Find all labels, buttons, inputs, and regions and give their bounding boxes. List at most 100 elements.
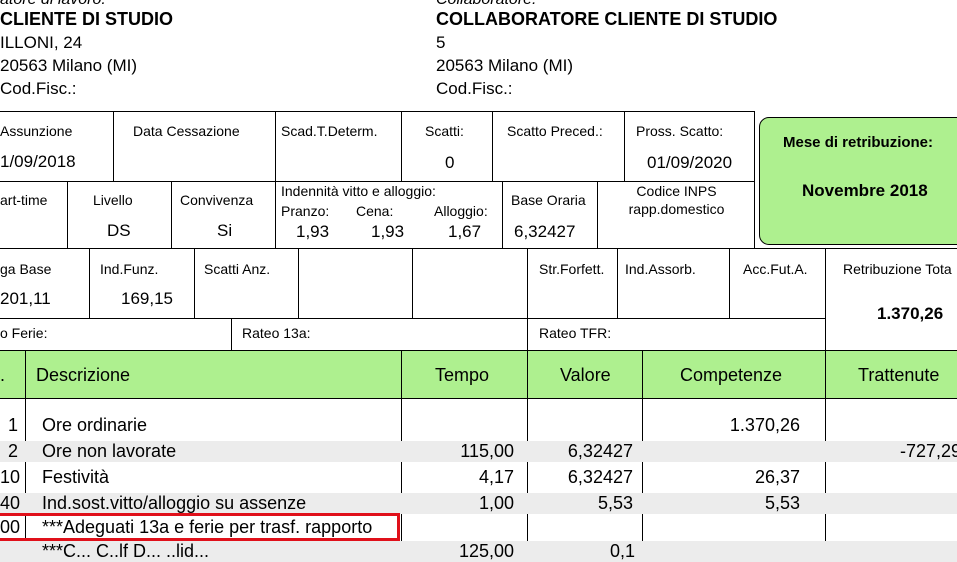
row-code: 40 bbox=[0, 493, 21, 513]
grid-line bbox=[412, 248, 413, 318]
cena-label: Cena: bbox=[356, 203, 394, 219]
grid-line bbox=[194, 248, 195, 318]
paga-base-value: 201,11 bbox=[0, 289, 51, 308]
indennita-label: Indennità vitto e alloggio: bbox=[281, 183, 436, 199]
scatti-label: Scatti: bbox=[425, 123, 464, 139]
grid-line bbox=[754, 111, 755, 249]
header-valore: Valore bbox=[560, 365, 611, 385]
grid-line bbox=[825, 248, 826, 350]
grid-line bbox=[298, 248, 299, 318]
acc-fut-label: Acc.Fut.A. bbox=[743, 261, 808, 277]
employer-address: ILLONI, 24 bbox=[0, 33, 83, 52]
row-code: 10 bbox=[0, 467, 21, 487]
indfunz-label: Ind.Funz. bbox=[100, 261, 159, 277]
pranzo-label: Pranzo: bbox=[281, 203, 330, 219]
pross-scatto-value: 01/09/2020 bbox=[647, 153, 733, 172]
pranzo-value: 1,93 bbox=[296, 222, 330, 241]
assunzione-value: 1/09/2018 bbox=[0, 152, 76, 171]
base-oraria-value: 6,32427 bbox=[514, 222, 576, 241]
collaborator-codfisc: Cod.Fisc.: bbox=[436, 79, 513, 98]
scatti-value: 0 bbox=[445, 153, 455, 172]
header-code: . bbox=[0, 365, 6, 385]
livello-label: Livello bbox=[93, 192, 133, 208]
collaborator-city: 20563 Milano (MI) bbox=[436, 56, 574, 75]
employer-header-label: atore di lavoro: bbox=[0, 0, 106, 9]
grid-line bbox=[0, 181, 755, 182]
retribuzione-totale-label: Retribuzione Tota bbox=[843, 261, 952, 277]
retribuzione-totale-value: 1.370,26 bbox=[877, 304, 944, 323]
base-oraria-label: Base Oraria bbox=[511, 192, 586, 208]
grid-line bbox=[0, 318, 825, 319]
assunzione-label: Assunzione bbox=[0, 123, 73, 139]
grid-line bbox=[0, 398, 957, 399]
collaborator-address: 5 bbox=[436, 33, 446, 52]
rateo13-label: Rateo 13a: bbox=[242, 325, 311, 341]
grid-line bbox=[0, 248, 957, 249]
row-tempo: 1,00 bbox=[478, 493, 514, 513]
row-tempo: 4,17 bbox=[478, 467, 514, 487]
grid-line bbox=[502, 181, 503, 249]
row-competenze: 26,37 bbox=[754, 467, 800, 487]
header-descrizione: Descrizione bbox=[36, 365, 131, 385]
pross-scatto-label: Pross. Scatto: bbox=[636, 123, 724, 139]
ind-assorb-label: Ind.Assorb. bbox=[625, 261, 696, 277]
livello-value: DS bbox=[107, 221, 131, 240]
highlight-box bbox=[0, 513, 400, 541]
scatti-anz-label: Scatti Anz. bbox=[204, 261, 271, 277]
alloggio-value: 1,67 bbox=[448, 222, 482, 241]
grid-line bbox=[617, 248, 618, 318]
alloggio-label: Alloggio: bbox=[434, 203, 488, 219]
employer-name: CLIENTE DI STUDIO bbox=[0, 9, 174, 29]
grid-line bbox=[624, 111, 625, 181]
inps-label-2: rapp.domestico bbox=[628, 201, 725, 217]
grid-line bbox=[275, 111, 276, 249]
grid-line bbox=[171, 181, 172, 249]
header-competenze: Competenze bbox=[680, 365, 783, 385]
grid-line bbox=[67, 181, 68, 249]
paga-base-label: ga Base bbox=[0, 261, 52, 277]
row-tempo: 125,00 bbox=[458, 541, 514, 561]
grid-line bbox=[492, 111, 493, 181]
row-valore: 6,32427 bbox=[567, 467, 633, 487]
header-tempo: Tempo bbox=[435, 365, 490, 385]
inps-label: Codice INPS bbox=[636, 183, 717, 199]
scatto-preced-label: Scatto Preced.: bbox=[507, 123, 603, 139]
row-descrizione: Ind.sost.vitto/alloggio su assenze bbox=[42, 493, 307, 513]
row-descrizione: ***C... C..lf D... ..lid... bbox=[42, 541, 210, 561]
row-trattenute: -727,29 bbox=[900, 441, 957, 461]
rateo-tfr-label: Rateo TFR: bbox=[539, 325, 612, 341]
month-value: Novembre 2018 bbox=[802, 181, 928, 200]
grid-line bbox=[401, 111, 402, 181]
grid-line bbox=[89, 248, 90, 318]
scad-label: Scad.T.Determ. bbox=[281, 123, 378, 139]
grid-line bbox=[527, 248, 528, 350]
grid-line bbox=[231, 318, 232, 350]
row-descrizione: Ore non lavorate bbox=[42, 441, 177, 461]
row-code: 2 bbox=[7, 441, 18, 461]
row-descrizione: Festività bbox=[42, 467, 110, 487]
employer-city: 20563 Milano (MI) bbox=[0, 56, 138, 75]
row-valore: 5,53 bbox=[597, 493, 633, 513]
parttime-label: art-time bbox=[0, 192, 48, 208]
employer-codfisc: Cod.Fisc.: bbox=[0, 79, 77, 98]
cessazione-label: Data Cessazione bbox=[133, 123, 240, 139]
row-valore: 0,1 bbox=[610, 541, 636, 561]
collaborator-header-label: Collaboratore: bbox=[436, 0, 537, 9]
cena-value: 1,93 bbox=[371, 222, 405, 241]
convivenza-label: Convivenza bbox=[180, 192, 254, 208]
row-valore: 6,32427 bbox=[567, 441, 633, 461]
convivenza-value: Si bbox=[217, 221, 233, 240]
str-forfett-label: Str.Forfett. bbox=[539, 261, 605, 277]
collaborator-name: COLLABORATORE CLIENTE DI STUDIO bbox=[436, 9, 778, 29]
row-competenze: 1.370,26 bbox=[729, 415, 800, 435]
row-tempo: 115,00 bbox=[460, 441, 514, 461]
ferie-label: o Ferie: bbox=[0, 325, 48, 341]
grid-line bbox=[729, 248, 730, 318]
row-descrizione: Ore ordinarie bbox=[42, 415, 148, 435]
indfunz-value: 169,15 bbox=[121, 289, 173, 308]
row-code: 1 bbox=[7, 415, 18, 435]
month-label: Mese di retribuzione: bbox=[783, 134, 934, 151]
row-competenze: 5,53 bbox=[764, 493, 800, 513]
header-trattenute: Trattenute bbox=[858, 365, 940, 385]
grid-line bbox=[113, 111, 114, 181]
